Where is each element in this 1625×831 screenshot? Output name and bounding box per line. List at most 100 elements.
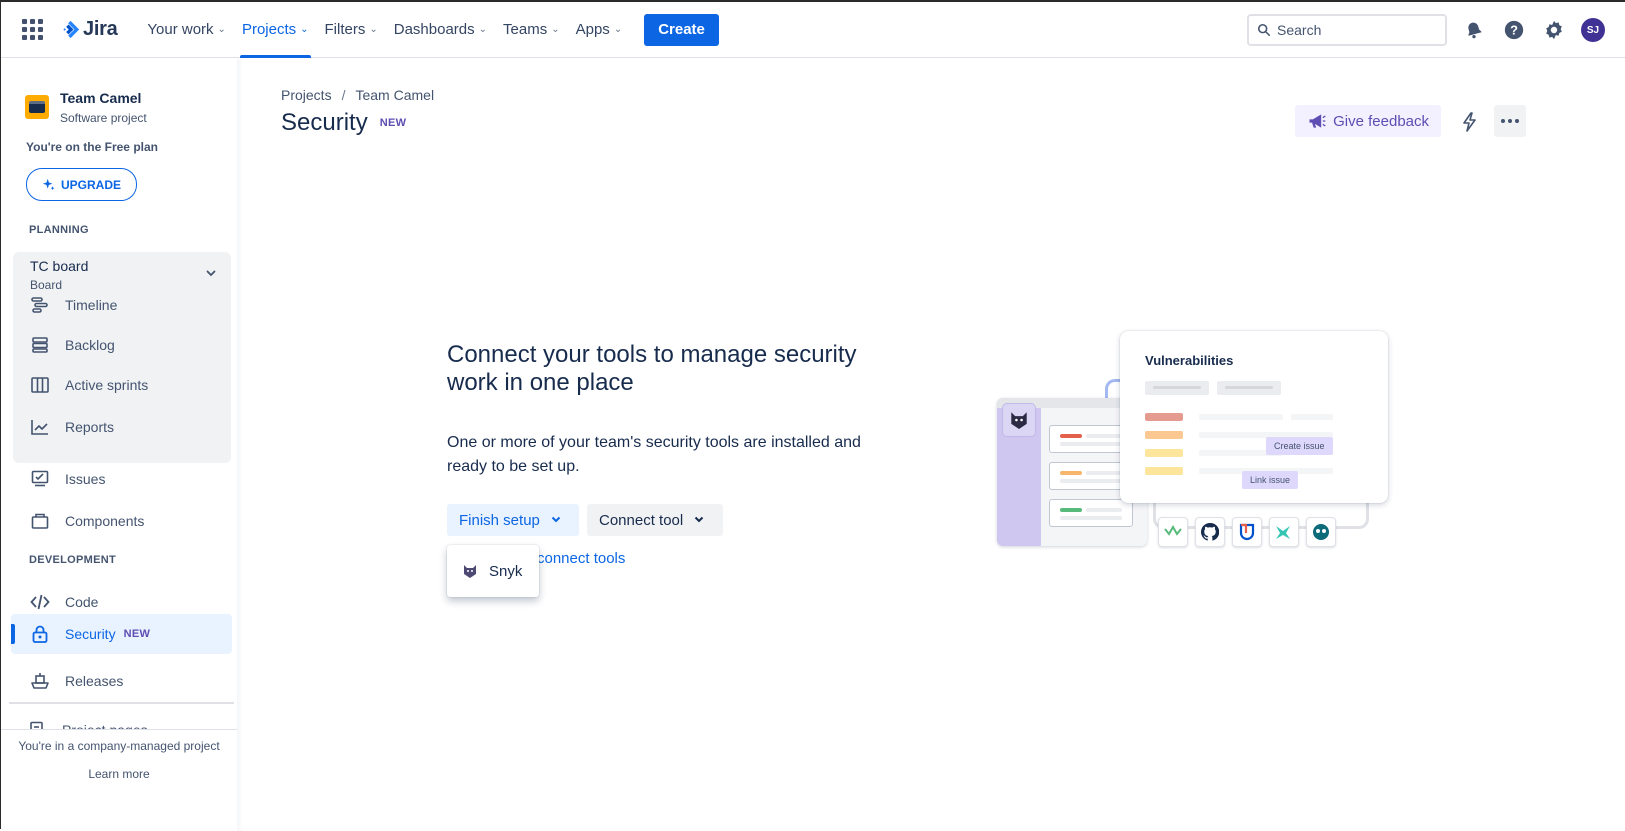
sidebar-item-backlog[interactable]: Backlog: [29, 327, 229, 363]
app-switcher-icon[interactable]: [19, 17, 45, 43]
project-name: Team Camel: [60, 90, 142, 106]
sidebar-item-label: Reports: [65, 419, 115, 435]
sidebar-item-label: Releases: [65, 673, 124, 689]
settings-button[interactable]: [1541, 17, 1567, 43]
page-title-text: Security: [281, 109, 368, 136]
finish-setup-label: Finish setup: [459, 511, 540, 529]
learn-more-link[interactable]: Learn more: [1, 767, 237, 781]
nav-teams[interactable]: Teams ⌄: [495, 2, 568, 58]
project-avatar: [25, 95, 49, 119]
sidebar-item-label: Active sprints: [65, 377, 149, 393]
sidebar-item-security[interactable]: Security NEW: [11, 614, 232, 654]
planning-header: PLANNING: [29, 224, 89, 236]
sidebar-item-label: Components: [65, 513, 145, 529]
automation-button[interactable]: [1455, 108, 1483, 136]
sidebar-item-reports[interactable]: Reports: [29, 409, 229, 445]
project-type: Software project: [60, 111, 147, 125]
backlog-icon: [29, 334, 51, 356]
sidebar-item-issues[interactable]: Issues: [29, 461, 229, 497]
upgrade-label: UPGRADE: [60, 177, 121, 192]
code-icon: [29, 591, 51, 613]
jira-logo[interactable]: Jira: [59, 18, 118, 41]
connect-tool-button[interactable]: Connect tool: [587, 504, 723, 536]
sidebar-item-label: Code: [65, 594, 99, 610]
nav-filters[interactable]: Filters ⌄: [317, 2, 386, 58]
top-navigation: Jira Your work ⌄ Projects ⌄ Filters ⌄ Dashb…: [1, 2, 1625, 58]
search-input[interactable]: [1277, 22, 1437, 38]
breadcrumb: Projects / Team Camel: [281, 87, 434, 103]
development-header: DEVELOPMENT: [29, 554, 117, 566]
link-issue-chip: Link issue: [1242, 471, 1299, 489]
help-icon: ?: [1504, 20, 1524, 40]
finish-setup-button[interactable]: Finish setup: [447, 504, 579, 536]
sidebar-item-label: Security: [65, 626, 116, 642]
connect-tool-label: Connect tool: [599, 511, 684, 529]
globe-tool-icon: [1306, 517, 1336, 547]
sidebar-item-active-sprints[interactable]: Active sprints: [29, 367, 229, 403]
releases-icon: [29, 670, 51, 692]
sidebar-item-label: Timeline: [65, 297, 118, 313]
active-indicator: [11, 624, 15, 644]
breadcrumb-team-camel[interactable]: Team Camel: [355, 87, 434, 103]
project-header[interactable]: Team Camel Software project: [25, 89, 147, 127]
sidebar: Team Camel Software project You're on th…: [1, 59, 242, 831]
upgrade-button[interactable]: UPGRADE: [26, 168, 137, 201]
user-avatar[interactable]: SJ: [1581, 18, 1605, 42]
components-icon: [29, 510, 51, 532]
give-feedback-button[interactable]: Give feedback: [1295, 105, 1441, 137]
gear-icon: [1546, 20, 1562, 40]
chevron-down-icon: ⌄: [300, 24, 309, 35]
create-button[interactable]: Create: [644, 13, 719, 46]
chevron-down-icon[interactable]: [205, 267, 217, 282]
breadcrumb-projects[interactable]: Projects: [281, 87, 332, 103]
sidebar-item-components[interactable]: Components: [29, 503, 229, 539]
new-badge: NEW: [123, 628, 151, 640]
security-tools-row: [1158, 517, 1336, 547]
nav-apps[interactable]: Apps ⌄: [568, 2, 631, 58]
new-badge: NEW: [379, 117, 407, 129]
more-actions-button[interactable]: [1494, 105, 1526, 137]
sidebar-item-releases[interactable]: Releases: [29, 663, 229, 699]
snyk-icon: [1002, 403, 1036, 437]
bird-tool-icon: [1269, 517, 1299, 547]
sidebar-item-label: Backlog: [65, 337, 115, 353]
dot: [1515, 119, 1519, 123]
lock-icon: [29, 623, 51, 645]
search-icon: [1257, 23, 1271, 37]
issue-row: [1049, 499, 1133, 527]
give-feedback-label: Give feedback: [1333, 112, 1429, 130]
dot: [1508, 119, 1512, 123]
hero-description: One or more of your team's security tool…: [447, 434, 861, 475]
breadcrumb-separator: /: [341, 87, 346, 103]
github-icon: [1195, 517, 1225, 547]
nav-your-work[interactable]: Your work ⌄: [139, 2, 234, 58]
chevron-down-icon: ⌄: [217, 24, 226, 35]
sidebar-item-label: Issues: [65, 471, 106, 487]
nav-dashboards-label: Dashboards: [393, 21, 475, 38]
chevron-down-icon: [693, 513, 705, 528]
nav-filters-label: Filters: [324, 21, 366, 38]
sidebar-item-timeline[interactable]: Timeline: [29, 287, 229, 323]
snyk-icon: [464, 565, 476, 578]
page-title: Security NEW: [281, 109, 406, 137]
help-button[interactable]: ?: [1501, 17, 1527, 43]
issues-icon: [29, 468, 51, 490]
nav-dashboards[interactable]: Dashboards ⌄: [386, 2, 495, 58]
vulnerabilities-title: Vulnerabilities: [1145, 353, 1234, 368]
create-issue-chip: Create issue: [1266, 437, 1333, 455]
dot: [1501, 119, 1505, 123]
board-title[interactable]: TC board: [30, 258, 88, 274]
finish-setup-dropdown-option-snyk[interactable]: Snyk: [447, 545, 539, 597]
nav-your-work-label: Your work: [147, 21, 214, 38]
search-box[interactable]: [1247, 14, 1447, 46]
jira-logo-icon: [63, 20, 80, 38]
chevron-down-icon: ⌄: [369, 24, 378, 35]
dropdown-option-label: Snyk: [489, 562, 523, 580]
reports-icon: [29, 416, 51, 438]
notifications-button[interactable]: [1461, 17, 1487, 43]
svg-text:?: ?: [1510, 23, 1518, 38]
connect-tools-link[interactable]: connect tools: [537, 550, 625, 567]
active-sprints-icon: [29, 374, 51, 396]
nav-projects[interactable]: Projects ⌄: [234, 2, 317, 58]
chevron-down-icon: [550, 513, 562, 528]
